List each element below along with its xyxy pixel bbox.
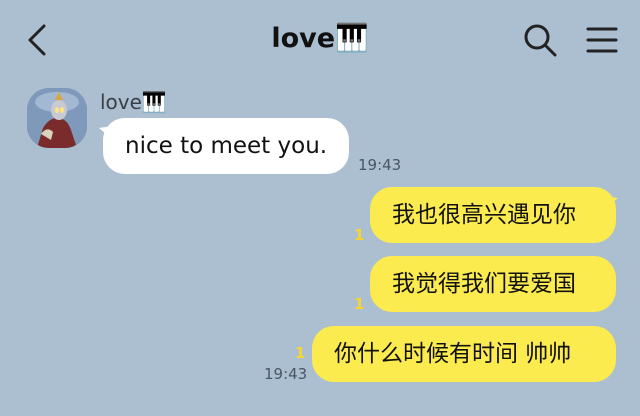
unread-count: 1 — [295, 344, 306, 362]
sender-name: love🎹 — [100, 90, 167, 114]
search-icon — [524, 24, 557, 57]
message-timestamp: 19:43 — [358, 156, 402, 174]
outgoing-message-bubble[interactable]: 我觉得我们要爱国 — [370, 256, 616, 312]
message-text: nice to meet you. — [125, 133, 328, 159]
incoming-message-bubble[interactable]: nice to meet you. — [103, 118, 350, 174]
contact-avatar[interactable] — [27, 88, 87, 148]
search-button[interactable] — [522, 22, 558, 58]
message-timestamp: 19:43 — [264, 365, 308, 383]
outgoing-message-bubble[interactable]: 你什么时候有时间 帅帅 — [312, 326, 616, 382]
message-text: 我也很高兴遇见你 — [392, 202, 576, 228]
message-text: 我觉得我们要爱国 — [392, 271, 576, 297]
message-text: 你什么时候有时间 帅帅 — [334, 341, 572, 367]
menu-icon — [586, 27, 618, 53]
menu-button[interactable] — [586, 24, 618, 56]
chat-header: love🎹 — [0, 0, 640, 80]
unread-count: 1 — [354, 226, 365, 244]
avatar-figure-icon — [27, 88, 87, 148]
unread-count: 1 — [354, 295, 365, 313]
outgoing-message-bubble[interactable]: 我也很高兴遇见你 — [370, 187, 616, 243]
chat-title-text: love🎹 — [271, 23, 369, 54]
